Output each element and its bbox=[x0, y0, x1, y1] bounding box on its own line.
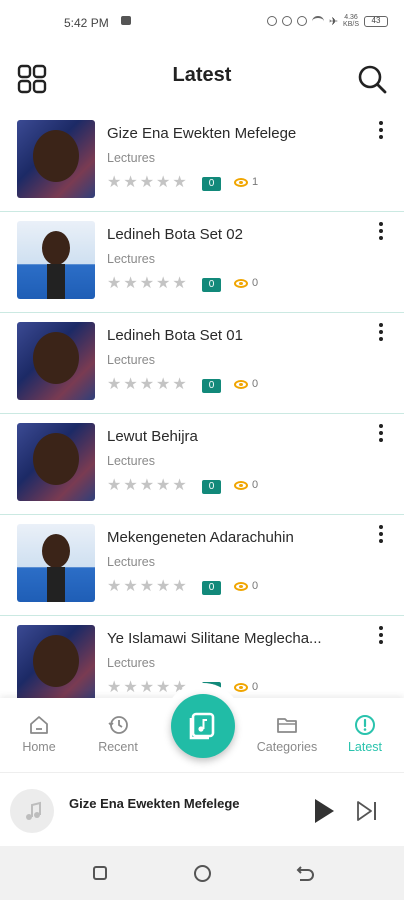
album-art bbox=[10, 789, 54, 833]
count-badge: 0 bbox=[202, 480, 221, 494]
rating-stars: ★ ★ ★ ★ ★ bbox=[107, 376, 187, 393]
count-badge: 0 bbox=[202, 278, 221, 292]
rating-stars: ★ ★ ★ ★ ★ bbox=[107, 174, 187, 191]
item-category: Lectures bbox=[107, 454, 155, 468]
thumbnail bbox=[17, 625, 95, 698]
nav-latest[interactable]: Latest bbox=[330, 714, 400, 754]
back-icon[interactable] bbox=[294, 864, 314, 884]
play-icon[interactable] bbox=[312, 797, 336, 825]
battery-icon: 43 bbox=[364, 15, 388, 27]
count-badge: 0 bbox=[202, 581, 221, 595]
rating-stars: ★ ★ ★ ★ ★ bbox=[107, 477, 187, 494]
skip-next-icon[interactable] bbox=[356, 800, 378, 822]
views-count: 0 bbox=[234, 479, 258, 491]
views-count: 0 bbox=[234, 378, 258, 390]
item-category: Lectures bbox=[107, 353, 155, 367]
nav-categories-label: Categories bbox=[256, 740, 318, 754]
status-icons: ✈ 4.36 KB/S 43 bbox=[266, 14, 388, 28]
chat-notification-icon bbox=[121, 16, 131, 25]
eye-icon bbox=[234, 682, 248, 692]
page-title: Latest bbox=[172, 64, 232, 86]
thumbnail bbox=[17, 120, 95, 198]
more-options-icon[interactable] bbox=[378, 121, 384, 139]
more-options-icon[interactable] bbox=[378, 525, 384, 543]
item-title: Ye Islamawi Silitane Meglecha... bbox=[107, 630, 322, 647]
views-count: 0 bbox=[234, 277, 258, 289]
mini-player[interactable]: Gize Ena Ewekten Mefelege bbox=[0, 772, 404, 847]
thumbnail bbox=[17, 524, 95, 602]
alarm-icon bbox=[281, 16, 292, 26]
item-title: Ledineh Bota Set 02 bbox=[107, 226, 243, 243]
eye-icon bbox=[234, 480, 248, 490]
item-title: Lewut Behijra bbox=[107, 428, 198, 445]
recent-apps-button[interactable] bbox=[93, 866, 107, 880]
more-options-icon[interactable] bbox=[378, 424, 384, 442]
thumbnail bbox=[17, 423, 95, 501]
item-category: Lectures bbox=[107, 656, 155, 670]
nav-latest-label: Latest bbox=[347, 740, 383, 754]
music-library-button[interactable] bbox=[171, 694, 235, 758]
thumbnail bbox=[17, 322, 95, 400]
nav-categories[interactable]: Categories bbox=[252, 714, 322, 754]
system-navigation-bar bbox=[0, 846, 404, 900]
system-home-button[interactable] bbox=[194, 865, 211, 882]
item-category: Lectures bbox=[107, 151, 155, 165]
more-options-icon[interactable] bbox=[378, 626, 384, 644]
folder-icon bbox=[277, 718, 297, 733]
bluetooth-icon bbox=[296, 16, 307, 26]
music-note-icon bbox=[26, 801, 41, 820]
item-title: Mekengeneten Adarachuhin bbox=[107, 529, 294, 546]
do-not-disturb-icon bbox=[266, 16, 277, 26]
count-badge: 0 bbox=[202, 177, 221, 191]
item-title: Gize Ena Ewekten Mefelege bbox=[107, 125, 297, 142]
nav-recent-label: Recent bbox=[98, 740, 138, 754]
eye-icon bbox=[234, 278, 248, 288]
list-item[interactable]: Ledineh Bota Set 01 Lectures ★ ★ ★ ★ ★ 0 0 bbox=[0, 314, 404, 414]
music-library-icon bbox=[189, 712, 215, 740]
eye-icon bbox=[234, 177, 248, 187]
eye-icon bbox=[234, 379, 248, 389]
app-header: Latest bbox=[0, 44, 404, 112]
latest-alert-icon bbox=[355, 715, 375, 735]
rating-stars: ★ ★ ★ ★ ★ bbox=[107, 275, 187, 292]
home-icon bbox=[30, 716, 48, 734]
list-item[interactable]: Lewut Behijra Lectures ★ ★ ★ ★ ★ 0 0 bbox=[0, 415, 404, 515]
history-icon bbox=[108, 716, 128, 734]
lecture-list: Gize Ena Ewekten Mefelege Lectures ★ ★ ★ ★ ★… bbox=[0, 112, 404, 698]
nav-recent[interactable]: Recent bbox=[83, 714, 153, 754]
item-category: Lectures bbox=[107, 555, 155, 569]
more-options-icon[interactable] bbox=[378, 222, 384, 240]
network-speed: 4.36 KB/S bbox=[343, 14, 359, 28]
wifi-icon bbox=[311, 15, 324, 27]
item-category: Lectures bbox=[107, 252, 155, 266]
nav-home[interactable]: Home bbox=[4, 714, 74, 754]
rating-stars: ★ ★ ★ ★ ★ bbox=[107, 578, 187, 595]
airplane-icon: ✈ bbox=[328, 15, 339, 28]
search-icon[interactable] bbox=[357, 64, 387, 94]
list-item[interactable]: Gize Ena Ewekten Mefelege Lectures ★ ★ ★ ★ ★… bbox=[0, 112, 404, 212]
thumbnail bbox=[17, 221, 95, 299]
views-count: 0 bbox=[234, 681, 258, 693]
now-playing-title: Gize Ena Ewekten Mefelege bbox=[69, 796, 240, 811]
status-time: 5:42 PM bbox=[64, 16, 109, 30]
more-options-icon[interactable] bbox=[378, 323, 384, 341]
views-count: 0 bbox=[234, 580, 258, 592]
nav-home-label: Home bbox=[22, 740, 56, 754]
status-bar: 5:42 PM ✈ 4.36 KB/S 43 bbox=[0, 0, 404, 44]
count-badge: 0 bbox=[202, 379, 221, 393]
list-item[interactable]: Mekengeneten Adarachuhin Lectures ★ ★ ★ ★ ★ … bbox=[0, 516, 404, 616]
list-item[interactable]: Ledineh Bota Set 02 Lectures ★ ★ ★ ★ ★ 0 0 bbox=[0, 213, 404, 313]
eye-icon bbox=[234, 581, 248, 591]
views-count: 1 bbox=[234, 176, 258, 188]
item-title: Ledineh Bota Set 01 bbox=[107, 327, 243, 344]
